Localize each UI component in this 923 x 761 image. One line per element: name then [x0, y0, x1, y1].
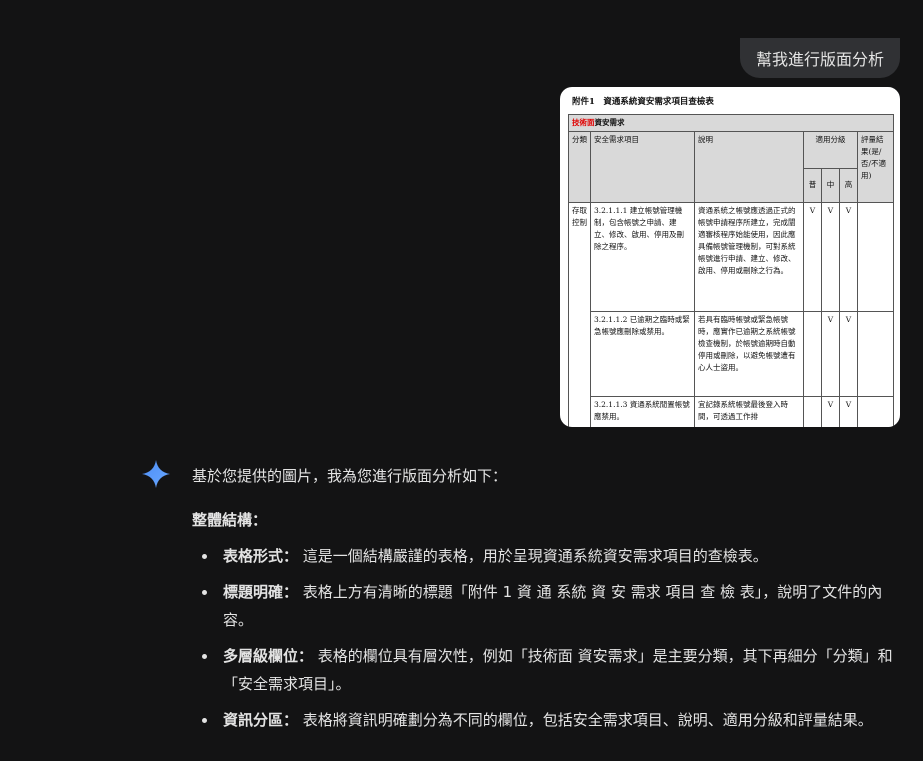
doc-row-result	[857, 311, 894, 397]
response-section-title: 整體結構：	[192, 511, 268, 529]
doc-header-levels: 適用分級	[803, 131, 858, 169]
assistant-response: 基於您提供的圖片，我為您進行版面分析如下： 整體結構： 表格形式： 這是一個結構…	[192, 462, 897, 742]
doc-table-row: 3.2.1.1.3 資通系統閒置帳號應禁用。 宜記錄系統帳號最後登入時間，可透過…	[569, 396, 894, 427]
bullet-text: 這是一個結構嚴謹的表格，用於呈現資通系統資安需求項目的查檢表。	[302, 547, 768, 565]
doc-row-level-low: V	[803, 202, 822, 312]
bullet-text: 表格的欄位具有層次性，例如「技術面 資安需求」是主要分類，其下再細分「分類」和「…	[223, 647, 893, 693]
response-intro: 基於您提供的圖片，我為您進行版面分析如下：	[192, 467, 508, 485]
doc-section-row: 技術面資安需求	[568, 114, 894, 132]
doc-row-level-low	[803, 311, 822, 397]
doc-table-row: 3.2.1.1.2 已逾期之臨時或緊急帳號應刪除或禁用。 若具有臨時帳號或緊急帳…	[569, 311, 894, 397]
doc-row-level-high: V	[839, 202, 858, 312]
doc-row-item: 3.2.1.1.3 資通系統閒置帳號應禁用。	[590, 396, 695, 427]
attached-image[interactable]: 附件1 資通系統資安需求項目查檢表 技術面資安需求 分類 安全需求項目 說明 適…	[560, 87, 900, 427]
doc-header-desc: 說明	[694, 131, 804, 203]
bullet-term: 表格形式：	[223, 547, 299, 565]
bullet-text: 表格上方有清晰的標題「附件 1 資 通 系統 資 安 需求 項目 查 檢 表」，…	[223, 583, 883, 629]
doc-row-level-mid: V	[821, 311, 840, 397]
doc-row-desc: 資通系統之帳號應透過正式的帳號申請程序所建立，完成闡適審核程序始能使用，因此應具…	[694, 202, 804, 312]
doc-section-rest: 資安需求	[594, 118, 625, 127]
doc-header-level-low: 普	[803, 167, 822, 204]
gemini-spark-icon	[141, 459, 171, 489]
doc-row-level-high: V	[839, 396, 858, 427]
chat-page: 幫我進行版面分析 附件1 資通系統資安需求項目查檢表 技術面資安需求 分類 安全…	[0, 0, 923, 761]
bullet-text: 表格將資訊明確劃分為不同的欄位，包括安全需求項目、說明、適用分級和評量結果。	[302, 711, 873, 729]
doc-row-item: 3.2.1.1.2 已逾期之臨時或緊急帳號應刪除或禁用。	[590, 311, 695, 397]
doc-row-level-low	[803, 396, 822, 427]
doc-header-result: 評量結果(是/否/不適用)	[857, 131, 894, 203]
bullet-term: 標題明確：	[223, 583, 299, 601]
doc-row-desc: 若具有臨時帳號或緊急帳號時，應實作已逾期之系統帳號檢查機制，於帳號逾期時自動停用…	[694, 311, 804, 397]
doc-header-level-high: 高	[839, 167, 858, 204]
doc-header-level-mid: 中	[821, 167, 840, 204]
user-message-bubble: 幫我進行版面分析	[739, 38, 900, 78]
doc-table-row: 存取控制 3.2.1.1.1 建立帳號管理機制，包含帳號之申請、建立、修改、啟用…	[568, 202, 894, 427]
doc-section-red: 技術面	[572, 118, 595, 127]
response-bullet-list: 表格形式： 這是一個結構嚴謹的表格，用於呈現資通系統資安需求項目的查檢表。 標題…	[192, 542, 897, 734]
bullet-term: 多層級欄位：	[223, 647, 314, 665]
doc-header-row: 分類 安全需求項目 說明 適用分級 評量結果(是/否/不適用)	[568, 131, 894, 203]
list-item: 多層級欄位： 表格的欄位具有層次性，例如「技術面 資安需求」是主要分類，其下再細…	[192, 642, 897, 698]
bullet-term: 資訊分區：	[223, 711, 299, 729]
doc-header-item: 安全需求項目	[590, 131, 695, 203]
doc-row-item: 3.2.1.1.1 建立帳號管理機制，包含帳號之申請、建立、修改、啟用、停用及刪…	[590, 202, 695, 312]
list-item: 表格形式： 這是一個結構嚴謹的表格，用於呈現資通系統資安需求項目的查檢表。	[192, 542, 897, 570]
list-item: 資訊分區： 表格將資訊明確劃分為不同的欄位，包括安全需求項目、說明、適用分級和評…	[192, 706, 897, 734]
doc-row-level-high: V	[839, 311, 858, 397]
doc-row-result	[857, 396, 894, 427]
doc-row-level-mid: V	[821, 396, 840, 427]
doc-row-result	[857, 202, 894, 312]
list-item: 標題明確： 表格上方有清晰的標題「附件 1 資 通 系統 資 安 需求 項目 查…	[192, 578, 897, 634]
doc-header-category: 分類	[568, 131, 591, 203]
user-message-text: 幫我進行版面分析	[755, 50, 884, 69]
doc-row-category: 存取控制	[568, 202, 591, 427]
doc-table: 技術面資安需求 分類 安全需求項目 說明 適用分級 評量結果(是/否/不適用) …	[568, 114, 894, 427]
doc-row-level-mid: V	[821, 202, 840, 312]
doc-title: 附件1 資通系統資安需求項目查檢表	[572, 97, 714, 107]
doc-row-desc: 宜記錄系統帳號最後登入時間，可透過工作排	[694, 396, 804, 427]
